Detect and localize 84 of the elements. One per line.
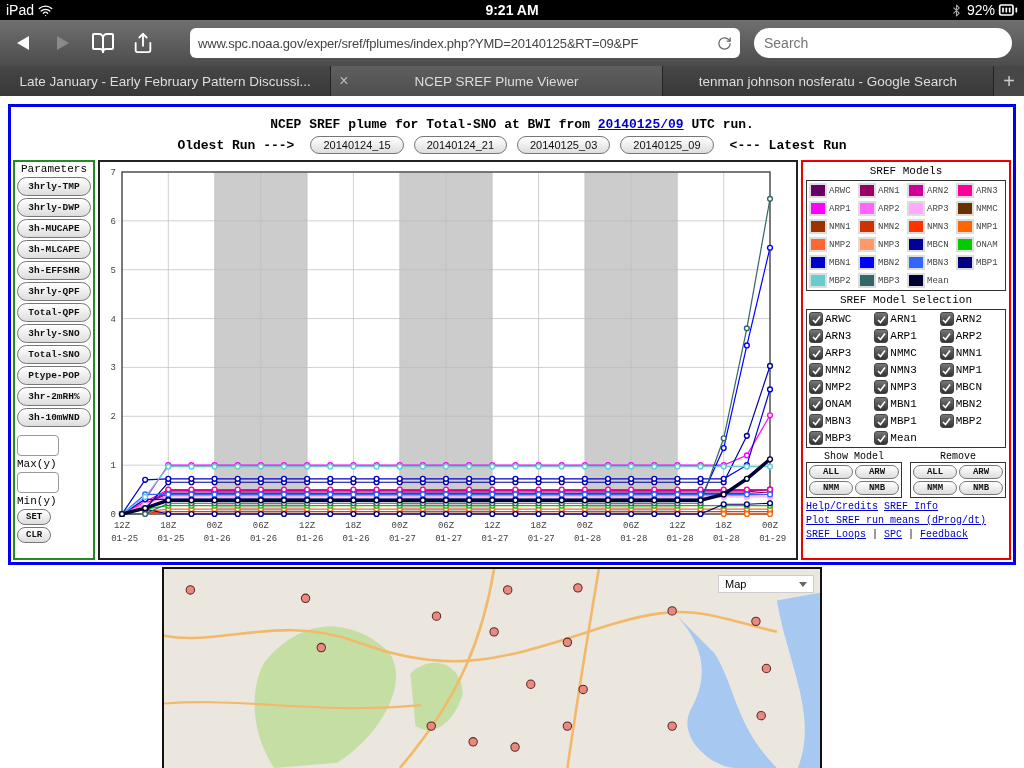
- panel-title: SREF Models: [869, 165, 943, 177]
- legend-label: MBP2: [829, 275, 851, 286]
- panel-title: Remove: [940, 451, 976, 462]
- checkbox-label: ARN3: [825, 330, 852, 342]
- legend-label: NMP3: [878, 239, 900, 250]
- legend-label: ARWC: [829, 185, 851, 196]
- axis-label: 5: [110, 265, 116, 276]
- legend-label: Mean: [927, 275, 949, 286]
- link-separator: |: [908, 529, 915, 540]
- legend-label: ONAM: [976, 239, 998, 250]
- axis-label: 18Z 01-27: [527, 521, 555, 544]
- checkbox-label: NMMC: [890, 347, 917, 359]
- axis-label: 3: [110, 363, 116, 374]
- axis-label: 12Z 01-26: [296, 521, 324, 544]
- axis-label: 1: [110, 461, 116, 472]
- axis-label: 18Z 01-25: [157, 521, 185, 544]
- legend-label: ARP1: [829, 203, 851, 214]
- legend-label: ARP3: [927, 203, 949, 214]
- checkbox-label: ARWC: [825, 313, 852, 325]
- checkbox-label: NMP1: [955, 364, 983, 376]
- clock-time: 9:21 AM: [485, 2, 539, 18]
- device-name: iPad: [6, 2, 35, 18]
- page-heading: NCEP SREF plume for Total-SNO at BWI from 20140125/09 UTC run.: [270, 117, 754, 132]
- axis-label: 18Z 01-28: [712, 521, 740, 544]
- checkbox-label: NMP2: [825, 381, 852, 393]
- axis-label: 00Z 01-26: [203, 521, 231, 544]
- axis-label: 06Z 01-28: [620, 521, 648, 544]
- latest-run-label: <--- Latest Run: [729, 137, 847, 153]
- axis-label: 12Z 01-25: [111, 521, 139, 544]
- checkbox-label: NMN3: [890, 364, 917, 376]
- checkbox-label: ARP3: [825, 347, 852, 359]
- axis-label: 12Z 01-28: [666, 521, 694, 544]
- checkbox-label: NMN2: [825, 364, 852, 376]
- axis-label: 18Z 01-26: [342, 521, 370, 544]
- checkbox-label: ARP2: [955, 330, 983, 342]
- checkbox-label: MBP1: [890, 415, 917, 427]
- legend-label: ARP2: [878, 203, 900, 214]
- checkbox-label: MBP2: [955, 415, 983, 427]
- checkbox-label: MBP3: [825, 432, 852, 444]
- legend-label: NMN2: [878, 221, 900, 232]
- legend-label: NMP1: [976, 221, 998, 232]
- axis-label: 4: [110, 314, 116, 325]
- checkbox-label: MBN3: [825, 415, 852, 427]
- axis-label: 0: [110, 510, 116, 520]
- axis-label: 06Z 01-27: [435, 521, 463, 544]
- checkbox-label: MBN1: [890, 398, 917, 410]
- panel-title: Parameters: [21, 163, 87, 175]
- legend-label: MBN1: [829, 257, 851, 268]
- legend-label: ARN2: [927, 185, 949, 196]
- checkbox-label: Mean: [890, 432, 917, 444]
- axis-label: 7: [110, 168, 116, 178]
- link-separator: |: [872, 529, 879, 540]
- legend-label: ARN3: [976, 185, 998, 196]
- legend-label: MBP1: [976, 257, 998, 268]
- field-label: Max(y): [17, 458, 57, 470]
- field-label: Min(y): [17, 495, 57, 507]
- checkbox-label: ARP1: [890, 330, 917, 342]
- legend-label: MBP3: [878, 275, 900, 286]
- checkbox-label: NMN1: [955, 347, 983, 359]
- panel-title: SREF Model Selection: [840, 294, 972, 306]
- legend-label: MBN3: [927, 257, 949, 268]
- axis-label: 06Z 01-26: [250, 521, 278, 544]
- checkbox-label: ONAM: [825, 398, 852, 410]
- legend-label: NMMC: [976, 203, 998, 214]
- axis-label: 00Z 01-28: [574, 521, 602, 544]
- axis-label: 6: [110, 216, 116, 227]
- checkbox-label: NMP3: [890, 381, 917, 393]
- legend-label: ARN1: [878, 185, 900, 196]
- checkbox-label: ARN1: [890, 313, 917, 325]
- checkbox-label: MBCN: [955, 381, 983, 393]
- axis-label: 2: [110, 412, 116, 423]
- checkbox-label: ARN2: [955, 313, 983, 325]
- legend-label: NMP2: [829, 239, 851, 250]
- axis-label: 00Z 01-27: [388, 521, 416, 544]
- checkbox-label: MBN2: [955, 398, 983, 410]
- battery-percent: 92%: [966, 2, 995, 18]
- legend-label: MBCN: [927, 239, 949, 250]
- legend-label: MBN2: [878, 257, 900, 268]
- legend-label: NMN1: [829, 221, 851, 232]
- legend-label: NMN3: [927, 221, 949, 232]
- axis-label: 00Z 01-29: [759, 521, 787, 544]
- axis-label: 12Z 01-27: [481, 521, 509, 544]
- oldest-run-label: Oldest Run --->: [177, 137, 295, 153]
- panel-title: Show Model: [824, 451, 884, 462]
